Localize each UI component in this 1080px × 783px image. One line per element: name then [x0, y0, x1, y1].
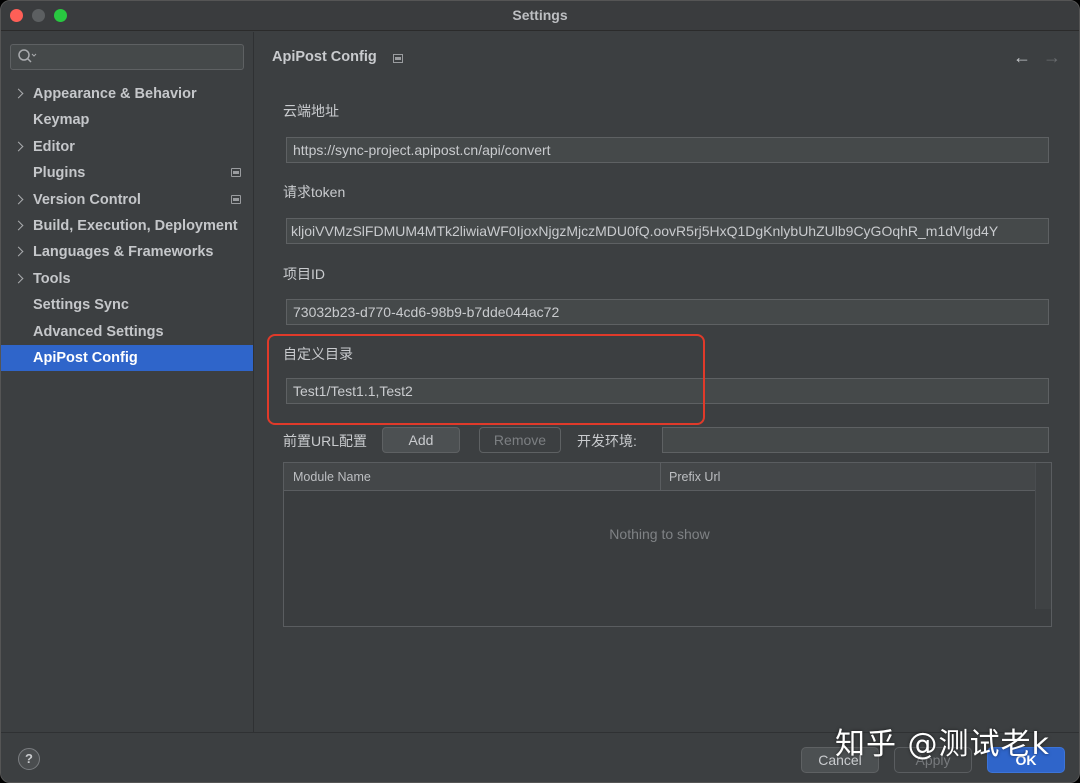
settings-content: ApiPost Config ← → 云端地址 https://sync-pro… [255, 32, 1079, 732]
sidebar-item-label: Settings Sync [33, 297, 129, 314]
empty-state-text: Nothing to show [609, 526, 710, 542]
sidebar-item-appearance-behavior[interactable]: Appearance & Behavior [1, 81, 253, 107]
env-label: 开发环境: [577, 433, 637, 449]
sidebar-item-label: Build, Execution, Deployment [33, 217, 238, 234]
sidebar-item-tools[interactable]: Tools [1, 266, 253, 292]
chevron-right-icon[interactable] [13, 88, 24, 99]
chevron-right-icon[interactable] [13, 273, 24, 284]
search-icon [18, 49, 37, 63]
sidebar-item-label: Plugins [33, 165, 86, 182]
token-input[interactable]: kljoiVVMzSlFDMUM4MTk2liwiaWF0IjoxNjgzMjc… [286, 218, 1049, 244]
forward-arrow-icon[interactable]: → [1043, 48, 1061, 66]
project-id-input[interactable]: 73032b23-d770-4cd6-98b9-b7dde044ac72 [286, 299, 1049, 325]
settings-window: Settings Appearance & Behavior Keymap Ed… [0, 0, 1080, 783]
chevron-right-icon[interactable] [13, 220, 24, 231]
sidebar-item-label: Version Control [33, 191, 141, 208]
title-bar: Settings [1, 1, 1079, 31]
table-scrollbar[interactable] [1035, 463, 1051, 609]
settings-sidebar: Appearance & Behavior Keymap Editor Plug… [1, 32, 254, 732]
sidebar-item-label: Tools [33, 270, 71, 287]
env-input[interactable] [662, 427, 1049, 453]
sidebar-item-plugins[interactable]: Plugins [1, 160, 253, 186]
sidebar-item-label: Advanced Settings [33, 323, 164, 340]
sidebar-item-keymap[interactable]: Keymap [1, 107, 253, 133]
sidebar-item-apipost-config[interactable]: ApiPost Config [1, 344, 253, 372]
sidebar-item-version-control[interactable]: Version Control [1, 187, 253, 213]
page-title: ApiPost Config [272, 49, 377, 65]
chevron-right-icon[interactable] [13, 141, 24, 152]
column-header-prefix-url[interactable]: Prefix Url [669, 470, 720, 484]
cloud-url-input[interactable]: https://sync-project.apipost.cn/api/conv… [286, 137, 1049, 163]
sidebar-item-label: ApiPost Config [33, 349, 138, 366]
cloud-url-label: 云端地址 [283, 103, 339, 119]
window-title: Settings [512, 7, 568, 23]
chevron-right-icon[interactable] [13, 246, 24, 257]
sidebar-item-label: Languages & Frameworks [33, 244, 214, 261]
watermark-text: 知乎 @测试老k [835, 727, 1050, 762]
sidebar-item-build-execution-deployment[interactable]: Build, Execution, Deployment [1, 213, 253, 239]
project-scope-icon [393, 54, 403, 63]
prefix-url-label: 前置URL配置 [283, 433, 368, 449]
project-id-label: 项目ID [283, 266, 325, 282]
chevron-right-icon[interactable] [13, 194, 24, 205]
column-header-module-name[interactable]: Module Name [293, 470, 371, 484]
back-arrow-icon[interactable]: ← [1013, 48, 1031, 66]
help-button[interactable]: ? [18, 748, 40, 770]
sidebar-item-languages-frameworks[interactable]: Languages & Frameworks [1, 239, 253, 265]
sidebar-item-label: Appearance & Behavior [33, 86, 197, 102]
project-scope-icon [231, 168, 241, 178]
project-scope-icon [231, 194, 241, 204]
prefix-url-table: Module Name Prefix Url Nothing to show [283, 462, 1052, 627]
sidebar-item-label: Editor [33, 138, 75, 155]
sidebar-item-editor[interactable]: Editor [1, 134, 253, 160]
settings-nav: Appearance & Behavior Keymap Editor Plug… [1, 81, 253, 372]
sidebar-item-label: Keymap [33, 112, 90, 129]
highlight-annotation [267, 334, 705, 425]
table-header: Module Name Prefix Url [284, 463, 1035, 491]
add-button[interactable]: Add [382, 427, 460, 453]
column-divider [660, 463, 661, 491]
sidebar-item-advanced-settings[interactable]: Advanced Settings [1, 319, 253, 345]
remove-button[interactable]: Remove [479, 427, 561, 453]
sidebar-item-settings-sync[interactable]: Settings Sync [1, 292, 253, 318]
token-label: 请求token [283, 184, 346, 200]
settings-search-input[interactable] [10, 44, 244, 70]
